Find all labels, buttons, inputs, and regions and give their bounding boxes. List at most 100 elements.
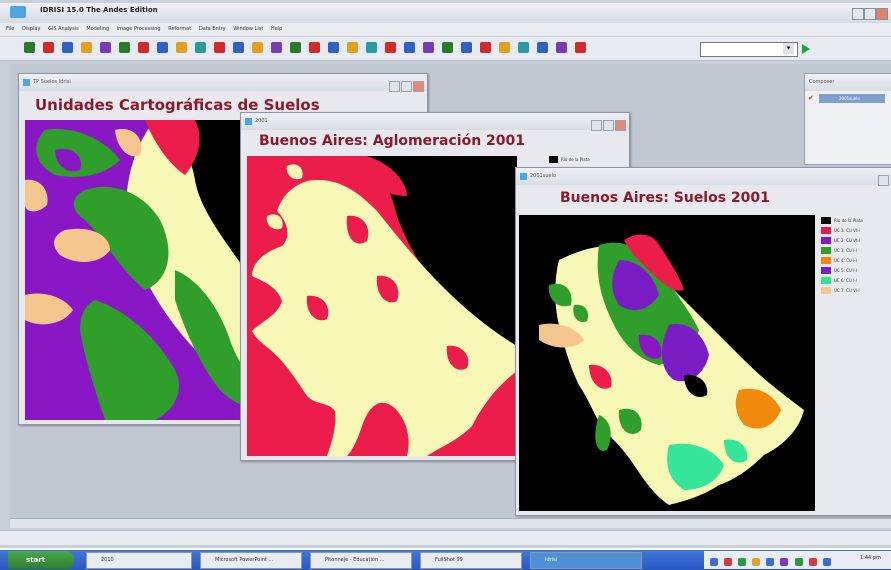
close-icon[interactable]: [876, 8, 888, 20]
horizontal-scrollbar[interactable]: [10, 518, 891, 528]
legend-label: Rio de la Plata: [561, 157, 590, 162]
menu-bar: File Display GIS Analysis Modeling Image…: [0, 23, 891, 36]
tray-icon[interactable]: [794, 558, 803, 566]
legend-swatch: [821, 246, 831, 254]
toolbar-tool-icon[interactable]: [385, 42, 396, 53]
window-icon: [520, 173, 527, 180]
app-title: IDRISI 15.0 The Andes Edition: [40, 6, 158, 14]
menu-window-list[interactable]: Window List: [233, 26, 263, 32]
toolbar-tool-icon[interactable]: [347, 42, 358, 53]
legend-label: Rio de la Plata: [834, 217, 863, 223]
toolbar-tool-icon[interactable]: [100, 42, 111, 53]
legend-label: UC 3: CU l-l: [834, 247, 857, 253]
maximize-icon[interactable]: [864, 8, 876, 20]
toolbar-tool-icon[interactable]: [537, 42, 548, 53]
composer-panel: Composer ✔ 2001suelo: [804, 73, 891, 165]
toolbar-tool-icon[interactable]: [157, 42, 168, 53]
composer-layer[interactable]: 2001suelo: [819, 94, 885, 103]
check-icon: ✔: [808, 94, 814, 102]
minimize-icon[interactable]: [591, 120, 602, 131]
tray-icon[interactable]: [738, 558, 747, 566]
toolbar-tool-icon[interactable]: [366, 42, 377, 53]
chevron-down-icon[interactable]: ▾: [783, 43, 794, 54]
menu-reformat[interactable]: Reformat: [168, 26, 191, 32]
toolbar-tool-icon[interactable]: [423, 42, 434, 53]
menu-help[interactable]: Help: [271, 26, 282, 32]
tray-icon[interactable]: [766, 558, 775, 566]
toolbar-tool-icon[interactable]: [556, 42, 567, 53]
toolbar-tool-icon[interactable]: [499, 42, 510, 53]
legend-label: UC 2: CU Vt-l: [834, 237, 861, 243]
legend-swatch: [549, 156, 558, 163]
minimize-icon[interactable]: [878, 175, 889, 186]
menu-display[interactable]: Display: [22, 26, 40, 32]
taskbar-item[interactable]: FullShot 99: [420, 552, 522, 569]
legend-item: UC 6: CU l-l: [821, 275, 873, 285]
window-title: 2001: [241, 113, 629, 130]
taskbar-item[interactable]: Pitonneje - Education ...: [310, 552, 412, 569]
toolbar-tool-icon[interactable]: [518, 42, 529, 53]
idrisi-logo-icon: [10, 6, 26, 18]
legend-swatch: [821, 276, 831, 284]
toolbar-tool-icon[interactable]: [195, 42, 206, 53]
legend-swatch: [821, 256, 831, 264]
map-title: Buenos Aires: Aglomeración 2001: [259, 133, 525, 149]
legend-label: UC 1: CU Vt-l: [834, 227, 861, 233]
toolbar-tool-icon[interactable]: [233, 42, 244, 53]
legend-item: UC 4: CU l-l: [821, 255, 873, 265]
taskbar-item[interactable]: Microsoft PowerPoint ...: [200, 552, 302, 569]
toolbar-tool-icon[interactable]: [43, 42, 54, 53]
toolbar-tool-icon[interactable]: [176, 42, 187, 53]
toolbar-tool-icon[interactable]: [461, 42, 472, 53]
composer-title: Composer: [805, 74, 891, 91]
maximize-icon[interactable]: [401, 81, 412, 92]
legend: Rio de la Plata UC 1: CU Vt-l UC 2: CU Vt-…: [821, 215, 873, 295]
legend-label: UC 5: CU l-l: [834, 267, 857, 273]
legend-item: UC 5: CU l-l: [821, 265, 873, 275]
close-icon[interactable]: [413, 81, 424, 92]
legend-swatch: [821, 286, 831, 294]
toolbar-tool-icon[interactable]: [138, 42, 149, 53]
toolbar-tool-icon[interactable]: [62, 42, 73, 53]
toolbar-tool-icon[interactable]: [214, 42, 225, 53]
toolbar-tool-icon[interactable]: [575, 42, 586, 53]
toolbar-tool-icon[interactable]: [81, 42, 92, 53]
tray-icon[interactable]: [808, 558, 817, 566]
minimize-icon[interactable]: [852, 8, 864, 20]
menu-data-entry[interactable]: Data Entry: [199, 26, 226, 32]
status-bar: [0, 530, 891, 545]
toolbar-tool-icon[interactable]: [309, 42, 320, 53]
toolbar-tool-icon[interactable]: [328, 42, 339, 53]
taskbar-item[interactable]: 2010: [86, 552, 192, 569]
legend-item: UC 3: CU l-l: [821, 245, 873, 255]
tray-icon[interactable]: [780, 558, 789, 566]
tray-icon[interactable]: [822, 558, 831, 566]
agglomeration-map[interactable]: [247, 156, 517, 456]
tray-icon[interactable]: [752, 558, 761, 566]
toolbar-tool-icon[interactable]: [252, 42, 263, 53]
play-icon[interactable]: [802, 44, 810, 54]
menu-gis-analysis[interactable]: GIS Analysis: [48, 26, 79, 32]
toolbar-tool-icon[interactable]: [271, 42, 282, 53]
menu-modeling[interactable]: Modeling: [86, 26, 109, 32]
toolbar-tool-icon[interactable]: [480, 42, 491, 53]
tray-icon[interactable]: [710, 558, 718, 566]
toolbar-tool-icon[interactable]: [24, 42, 35, 53]
soils-2001-map[interactable]: [519, 215, 815, 511]
toolbar-tool-icon[interactable]: [290, 42, 301, 53]
legend-swatch: [821, 226, 831, 234]
toolbar-tool-icon[interactable]: [119, 42, 130, 53]
map-window-soils-2001: 2001suelo Buenos Aires: Suelos 2001 Rio …: [515, 167, 891, 516]
legend-swatch: [821, 266, 831, 274]
maximize-icon[interactable]: [603, 120, 614, 131]
menu-file[interactable]: File: [6, 26, 14, 32]
menu-image-processing[interactable]: Image Processing: [117, 26, 161, 32]
minimize-icon[interactable]: [389, 81, 400, 92]
toolbar-tool-icon[interactable]: [442, 42, 453, 53]
clock: 1:44 pm: [860, 555, 881, 561]
taskbar-item-active[interactable]: Idrisi: [530, 552, 642, 569]
close-icon[interactable]: [615, 120, 626, 131]
toolbar-tool-icon[interactable]: [404, 42, 415, 53]
start-button[interactable]: start: [8, 551, 74, 569]
tray-icon[interactable]: [724, 558, 733, 566]
